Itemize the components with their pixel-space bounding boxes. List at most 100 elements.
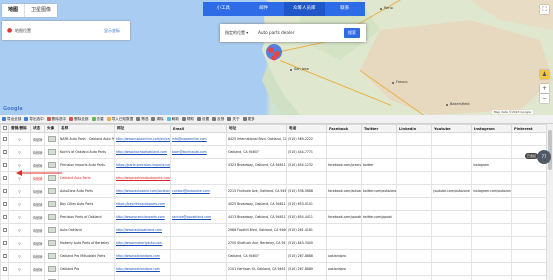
row-checkbox[interactable] [2,240,7,245]
email-cell[interactable] [170,236,227,250]
row-checkbox[interactable] [2,136,7,141]
toolbar-button[interactable]: 导入已知数据 [106,117,133,122]
marketing-icon[interactable]: ⚲ [18,254,21,259]
email-cell[interactable] [170,262,227,276]
toolbar-button[interactable]: 关于 [227,117,240,122]
row-checkbox[interactable] [2,162,7,167]
tab-satellite[interactable]: 卫星图像 [25,4,57,17]
row-checkbox[interactable] [2,201,7,206]
street-view-icon[interactable]: ♟ [540,70,549,79]
column-header[interactable]: Email [170,124,227,133]
email-cell[interactable] [170,275,227,280]
row-action-cell[interactable]: ⚲ [8,197,31,211]
email-cell[interactable] [170,158,227,172]
marketing-icon[interactable]: ⚲ [18,241,21,246]
row-checkbox[interactable] [2,253,7,258]
url-cell[interactable]: https://baycitiesautoparts.com [114,197,171,211]
toolbar-button[interactable]: 刷新 [166,117,179,122]
marketing-icon[interactable]: ⚲ [18,163,21,168]
url-cell[interactable]: http://www.napaonline.com/en/ca/oakland [114,132,171,146]
url-cell[interactable]: http://www.moberlyauto.com [114,236,171,250]
row-checkbox-cell[interactable] [0,171,9,185]
toolbar-button[interactable]: 删除选中 [46,117,66,122]
column-header[interactable]: Linkedin [396,124,432,133]
column-header[interactable]: 头像 [44,124,59,133]
scrollbar-thumb[interactable] [548,130,552,170]
column-header[interactable]: Facebook [326,124,362,133]
tab-map[interactable]: 地图 [2,4,26,17]
email-cell[interactable] [170,223,227,237]
nav-crowd[interactable]: 众筹人员库 [284,2,325,16]
url-cell[interactable]: http://www.autooakland.com [114,223,171,237]
column-header[interactable]: 网址 [114,124,171,133]
toolbar-button[interactable]: 导出全部 [2,117,21,122]
table-row[interactable]: ⚲ 待营销 Oakland Pro http://www.oaklandpro.com… [0,262,546,276]
zoom-out-icon[interactable]: − [540,94,549,103]
row-checkbox[interactable] [2,149,7,154]
email-cell[interactable]: contact@autozone.com [170,184,227,198]
marketing-icon[interactable]: ⚲ [18,228,21,233]
row-checkbox-cell[interactable] [0,132,9,146]
email-cell[interactable] [170,249,227,263]
toolbar-button[interactable]: 删除全部 [69,117,89,122]
row-checkbox-cell[interactable] [0,249,9,263]
column-header[interactable]: 名称 [58,124,115,133]
table-row[interactable]: ⚲ 待营销 Oakland Pro Mitsubishi Parts http://w… [0,249,546,263]
nav-tools[interactable]: 小工具 [203,2,244,16]
row-action-cell[interactable]: ⚲ [8,236,31,250]
url-cell[interactable]: http://www.oaklandpro.com [114,262,171,276]
url-cell[interactable]: http://www.autozone.com/locations/ca/oak… [114,184,171,198]
row-checkbox-cell[interactable] [0,210,9,224]
table-row[interactable]: ⚲ 待营销 Auto Oakland http://www.autooakland.c… [0,223,546,237]
toolbar-button[interactable]: 筛选 [136,117,148,122]
marketing-icon[interactable]: ⚲ [18,137,21,142]
table-row[interactable]: ⚲待营销Oakland Auto Partshttp://www.oakland… [0,171,546,185]
show-coords-link[interactable]: 显示坐标 [104,28,120,34]
url-cell[interactable]: https://parts.precision-imports.com [114,158,171,172]
table-row[interactable]: ⚲ 待营销 Moberly Auto Parts of Berkeley http:/… [0,236,546,250]
column-header[interactable]: 电话 [286,124,327,133]
row-action-cell[interactable]: ⚲ [8,249,31,263]
row-checkbox-cell[interactable] [0,145,9,159]
url-cell[interactable]: http://www.precisionparts.com [114,210,171,224]
table-row[interactable]: ⚲ 待营销 Precision Parts of Oakland http://www… [0,210,546,224]
column-header[interactable]: 地址 [226,124,287,133]
email-cell[interactable]: koch@kochsauto.com [170,145,227,159]
email-cell[interactable]: info@napaonline.com [170,132,227,146]
url-cell[interactable]: http://www.oaklandautoparts.com [114,275,171,280]
toolbar-button[interactable]: 设置 [197,117,209,122]
row-checkbox-cell[interactable] [0,184,9,198]
result-cluster-icon[interactable] [263,42,285,68]
row-checkbox-cell[interactable] [0,223,9,237]
search-button[interactable]: 搜索 [344,28,360,38]
column-header[interactable]: 状态 [30,124,45,133]
nav-contact[interactable]: 联系 [325,2,366,16]
toolbar-button[interactable]: 导出选中 [24,117,44,122]
table-row[interactable]: ⚲ 待营销 Bay Cities Auto Parts https://bayciti… [0,197,546,211]
search-input[interactable]: Auto parts dealer [258,30,294,35]
marketing-icon[interactable]: ⚲ [18,189,21,194]
marketing-icon[interactable]: ⚲ [18,215,21,220]
row-action-cell[interactable]: ⚲ [8,210,31,224]
toolbar-button[interactable]: 反馈 [212,117,224,122]
row-checkbox-cell[interactable] [0,275,9,280]
row-checkbox[interactable] [2,266,7,271]
row-checkbox-cell[interactable] [0,158,9,172]
row-checkbox-cell[interactable] [0,236,9,250]
url-cell[interactable]: http://www.kochsofoakland.com [114,145,171,159]
table-row[interactable]: ⚲待营销Oakland Auto Partshttp://www.oakland… [0,275,546,280]
search-category-select[interactable]: 指定的位置 ▾ [225,30,248,36]
url-cell[interactable]: http://www.oaklandpro.com [114,249,171,263]
toolbar-button[interactable]: 帮助 [181,117,194,122]
column-header[interactable]: Youtube [431,124,472,133]
row-checkbox-cell[interactable] [0,197,9,211]
map-view[interactable]: Sacramento San Jose Fresno Reno Bakersfi… [0,0,553,115]
column-header[interactable] [0,124,9,133]
row-action-cell[interactable]: ⚲ [8,145,31,159]
marketing-icon[interactable]: ⚲ [18,267,21,272]
fullscreen-icon[interactable]: ⛶ [540,5,549,14]
toolbar-button[interactable]: 去重 [91,117,104,122]
email-cell[interactable]: service@ppoakland.com [170,210,227,224]
email-cell[interactable] [170,197,227,211]
row-checkbox-cell[interactable] [0,262,9,276]
